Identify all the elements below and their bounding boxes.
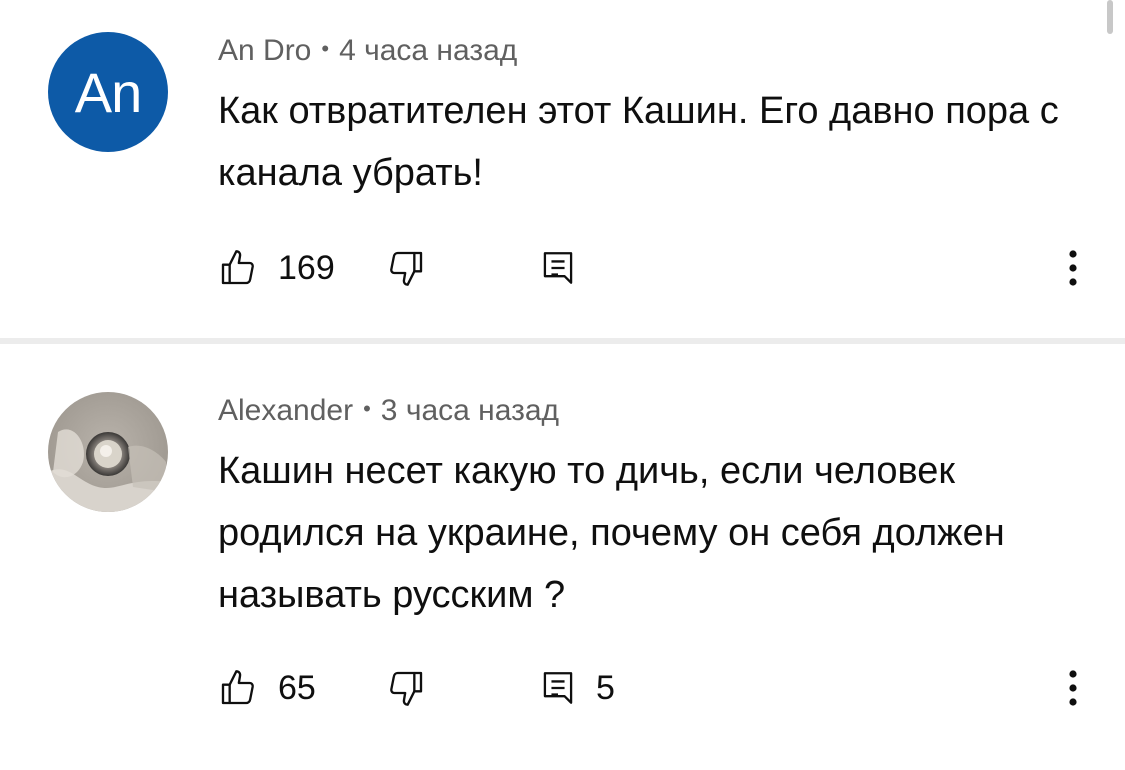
thumbs-down-icon — [386, 668, 426, 708]
more-options-button[interactable] — [1061, 666, 1085, 710]
reply-icon — [540, 668, 576, 708]
thumbs-up-icon — [218, 668, 258, 708]
reply-button[interactable]: 5 — [540, 666, 615, 710]
comment-time: 4 часа назад — [339, 34, 518, 67]
comment-text: Кашин несет какую то дичь, если человек … — [218, 450, 1005, 616]
like-count: 65 — [278, 668, 316, 707]
avatar[interactable] — [48, 392, 168, 512]
more-vert-icon — [1068, 248, 1078, 288]
thumbs-down-icon — [386, 248, 426, 288]
dislike-button[interactable] — [386, 666, 426, 710]
author-name[interactable]: An Dro — [218, 34, 311, 67]
thumbs-up-icon — [218, 248, 258, 288]
like-button[interactable]: 169 — [218, 246, 335, 290]
author-name[interactable]: Alexander — [218, 394, 353, 427]
reply-icon — [540, 248, 576, 288]
more-options-button[interactable] — [1061, 246, 1085, 290]
comment-item: Alexander • 3 часа назад Кашин несет какую… — [0, 344, 1125, 770]
like-count: 169 — [278, 248, 335, 287]
more-vert-icon — [1068, 668, 1078, 708]
avatar-photo — [48, 392, 168, 512]
comment-text: Как отвратителен этот Кашин. Его давно п… — [218, 90, 1059, 194]
meta-separator: • — [363, 396, 371, 421]
avatar-initials: An — [74, 60, 142, 124]
reply-count: 5 — [596, 668, 615, 707]
comment-time: 3 часа назад — [380, 394, 560, 427]
comment-meta: Alexander • 3 часа назад — [218, 394, 559, 428]
like-button[interactable]: 65 — [218, 666, 316, 710]
meta-separator: • — [321, 36, 330, 61]
comment-meta: An Dro • 4 часа назад — [218, 34, 517, 68]
dislike-button[interactable] — [386, 246, 426, 290]
reply-button[interactable] — [540, 246, 596, 290]
comment-item: An An Dro • 4 часа назад Как отвратителен … — [0, 0, 1125, 338]
avatar[interactable]: An — [48, 32, 168, 152]
